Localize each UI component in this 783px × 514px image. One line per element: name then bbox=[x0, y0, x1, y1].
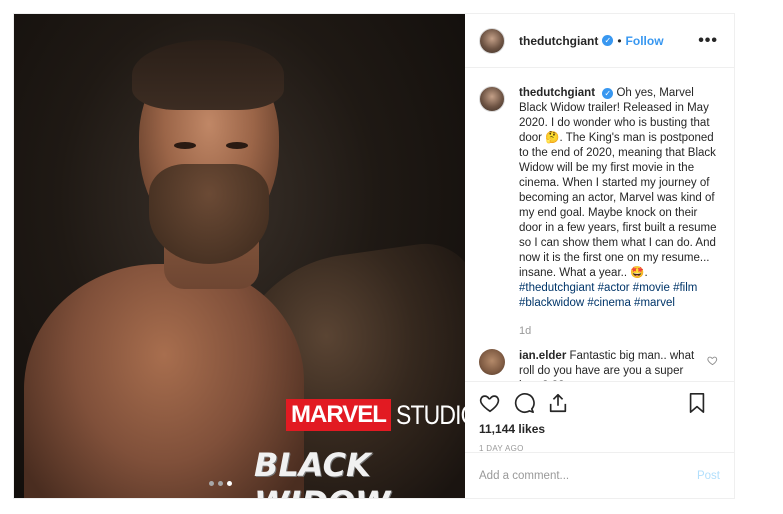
comment-bubble-icon[interactable] bbox=[513, 392, 535, 414]
add-comment-input[interactable]: Add a comment... bbox=[479, 470, 569, 482]
studios-text: STUDIOS bbox=[395, 400, 465, 430]
instagram-post: MARVEL STUDIOS BLACK WIDOW thedutchgiant… bbox=[13, 13, 735, 499]
marvel-studios-logo: MARVEL STUDIOS bbox=[286, 399, 465, 431]
follow-button[interactable]: Follow bbox=[626, 34, 664, 48]
right-eye bbox=[226, 142, 248, 149]
left-eye bbox=[174, 142, 196, 149]
caption-username[interactable]: thedutchgiant bbox=[519, 87, 595, 99]
post-image[interactable]: MARVEL STUDIOS BLACK WIDOW bbox=[14, 14, 465, 498]
like-comment-heart-icon[interactable] bbox=[707, 355, 718, 366]
marvel-logo: MARVEL bbox=[286, 399, 391, 431]
comment-row: ian.elder Fantastic big man.. what roll … bbox=[479, 349, 718, 381]
post-sidebar: thedutchgiant ✓ • Follow ••• thedutchgia… bbox=[465, 14, 734, 498]
caption-avatar[interactable] bbox=[479, 86, 505, 112]
caption-hashtags[interactable]: #thedutchgiant #actor #movie #film #blac… bbox=[519, 282, 697, 309]
username-link[interactable]: thedutchgiant bbox=[519, 34, 598, 48]
share-icon[interactable] bbox=[547, 392, 569, 414]
carousel-dots bbox=[209, 481, 232, 486]
bookmark-icon[interactable] bbox=[686, 392, 708, 414]
verified-icon: ✓ bbox=[602, 35, 614, 46]
comment: ian.elder Fantastic big man.. what roll … bbox=[519, 349, 701, 381]
commenter-avatar[interactable] bbox=[479, 349, 505, 375]
black-widow-title: BLACK WIDOW bbox=[254, 446, 390, 498]
profile-avatar[interactable] bbox=[479, 27, 505, 54]
carousel-dot[interactable] bbox=[209, 481, 214, 486]
caption-time: 1d bbox=[519, 325, 532, 337]
man-hair bbox=[132, 40, 284, 110]
post-comment-button[interactable]: Post bbox=[697, 470, 720, 482]
post-header: thedutchgiant ✓ • Follow ••• bbox=[465, 14, 734, 68]
likes-count[interactable]: 11,144 likes bbox=[479, 422, 720, 436]
carousel-dot[interactable] bbox=[218, 481, 223, 486]
comments-section[interactable]: thedutchgiant ✓ Oh yes, Marvel Black Wid… bbox=[465, 68, 734, 381]
comment-username[interactable]: ian.elder bbox=[519, 350, 566, 362]
carousel-dot-active[interactable] bbox=[227, 481, 232, 486]
caption-text: Oh yes, Marvel Black Widow trailer! Rele… bbox=[519, 87, 717, 279]
caption: thedutchgiant ✓ Oh yes, Marvel Black Wid… bbox=[519, 86, 718, 311]
more-options-icon[interactable]: ••• bbox=[698, 32, 718, 50]
separator-dot: • bbox=[617, 33, 622, 48]
add-comment-bar: Add a comment... Post bbox=[465, 452, 734, 498]
man-beard bbox=[149, 164, 269, 264]
verified-icon: ✓ bbox=[602, 88, 614, 99]
caption-row: thedutchgiant ✓ Oh yes, Marvel Black Wid… bbox=[479, 86, 718, 311]
action-icons bbox=[479, 390, 720, 416]
like-heart-icon[interactable] bbox=[479, 392, 501, 414]
